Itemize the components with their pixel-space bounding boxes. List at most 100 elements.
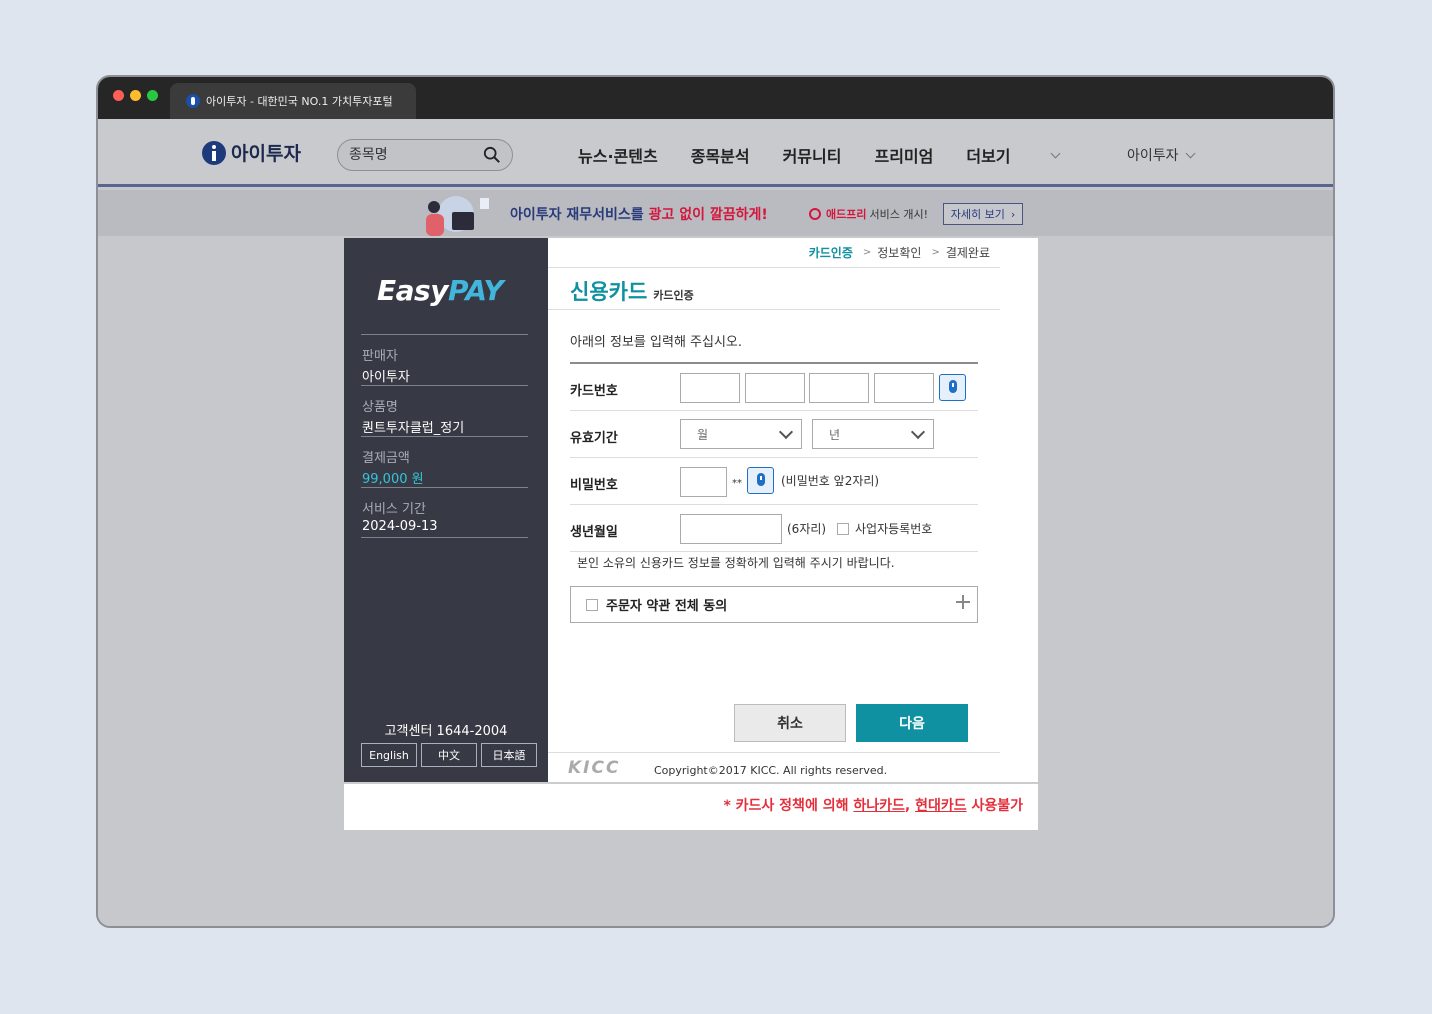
lang-chinese-button[interactable]: 中文 <box>421 743 477 767</box>
warning-card-hyundai: 현대카드 <box>915 798 967 814</box>
next-button[interactable]: 다음 <box>856 704 968 742</box>
secure-keypad-icon[interactable] <box>747 467 774 494</box>
warning-comma: , <box>904 798 916 814</box>
period-value: 2024-09-13 <box>362 519 438 534</box>
divider <box>548 267 1000 268</box>
product-label: 상품명 <box>362 400 398 415</box>
nav-more-label: 더보기 <box>966 147 1011 166</box>
birth-row: 생년월일 (6자리) 사업자등록번호 <box>570 505 978 552</box>
chevron-right-icon: › <box>1010 207 1016 221</box>
cancel-button[interactable]: 취소 <box>734 704 846 742</box>
card-number-input-2[interactable] <box>745 373 805 403</box>
business-number-option[interactable]: 사업자등록번호 <box>837 520 932 537</box>
expiry-month-select[interactable]: 월 <box>680 419 802 449</box>
title-bar: 아이투자 - 대한민국 NO.1 가치투자포털 <box>98 77 1333 119</box>
banner-detail-button[interactable]: 자세히 보기 › <box>943 203 1023 225</box>
order-summary-panel: EasyPAY 판매자 아이투자 상품명 퀀트투자클럽_정기 결제금액 99,0… <box>344 238 548 782</box>
period-label: 서비스 기간 <box>362 502 426 517</box>
browser-window: 아이투자 - 대한민국 NO.1 가치투자포털 아이투자 뉴스·콘텐츠 종목분석… <box>96 75 1335 928</box>
nav-item-community[interactable]: 커뮤니티 <box>783 143 842 167</box>
step-payment-complete: 결제완료 <box>945 246 990 260</box>
amount-row: 결제금액 99,000 원 <box>361 436 528 487</box>
logo-text: 아이투자 <box>231 143 301 165</box>
chevron-down-icon <box>1050 148 1060 158</box>
secure-keypad-icon[interactable] <box>939 374 966 401</box>
divider <box>344 782 1038 784</box>
customer-center: 고객센터 1644-2004 <box>384 724 508 739</box>
seller-value: 아이투자 <box>362 370 410 385</box>
amount-value: 99,000 원 <box>362 472 424 487</box>
banner-text-highlight: 광고 없이 깔끔하게! <box>648 207 768 223</box>
maximize-window-button[interactable] <box>147 90 158 101</box>
order-info: 판매자 아이투자 상품명 퀀트투자클럽_정기 결제금액 99,000 원 서비스… <box>361 334 528 538</box>
terms-agree-checkbox[interactable] <box>586 598 598 611</box>
lang-japanese-button[interactable]: 日本語 <box>481 743 537 767</box>
product-value: 퀀트투자클럽_정기 <box>362 421 465 436</box>
itooza-logo-icon <box>202 140 226 165</box>
search-icon[interactable] <box>483 146 501 164</box>
period-row: 서비스 기간 2024-09-13 <box>361 487 528 538</box>
user-menu[interactable]: 아이투자 <box>1127 145 1195 165</box>
promo-banner[interactable]: 아이투자 재무서비스를 광고 없이 깔끔하게! 애드프리 서비스 개시! 자세히… <box>98 190 1333 236</box>
nav-item-analysis[interactable]: 종목분석 <box>691 143 750 167</box>
chevron-down-icon <box>1185 148 1195 158</box>
site-header: 아이투자 뉴스·콘텐츠 종목분석 커뮤니티 프리미엄 더보기 아이투자 <box>98 119 1333 187</box>
lang-english-button[interactable]: English <box>361 743 417 767</box>
banner-detail-label: 자세히 보기 <box>950 208 1005 221</box>
browser-tab[interactable]: 아이투자 - 대한민국 NO.1 가치투자포털 <box>170 83 416 119</box>
search-box <box>337 139 513 171</box>
payment-dialog: EasyPAY 판매자 아이투자 상품명 퀀트투자클럽_정기 결제금액 99,0… <box>344 238 1038 830</box>
chevron-right-icon: > <box>862 247 872 258</box>
page-content: 아이투자 뉴스·콘텐츠 종목분석 커뮤니티 프리미엄 더보기 아이투자 <box>98 119 1333 926</box>
card-restriction-warning: * 카드사 정책에 의해 하나카드, 현대카드 사용불가 <box>723 795 1023 815</box>
form-subtitle: 카드인증 <box>653 289 694 302</box>
card-notice: 본인 소유의 신용카드 정보를 정확하게 입력해 주시기 바랍니다. <box>577 556 895 570</box>
easypay-logo-easy: Easy <box>377 274 448 307</box>
terms-agree-label: 주문자 약관 전체 동의 <box>606 599 728 614</box>
password-mask: ** <box>732 478 742 489</box>
birth-label: 생년월일 <box>570 525 618 540</box>
search-input[interactable] <box>349 147 469 163</box>
adfree-text: 서비스 개시! <box>869 208 928 221</box>
step-info-confirm: 정보확인 <box>877 246 922 260</box>
card-number-input-1[interactable] <box>680 373 740 403</box>
expiry-month-value: 월 <box>697 427 709 442</box>
divider <box>548 309 1000 310</box>
warning-suffix: 사용불가 <box>966 798 1023 814</box>
card-number-input-4[interactable] <box>874 373 934 403</box>
banner-illustration-icon <box>426 196 489 236</box>
expiry-row: 유효기간 월 년 <box>570 411 978 458</box>
adfree-notice: 애드프리 서비스 개시! <box>809 206 928 222</box>
close-window-button[interactable] <box>113 90 124 101</box>
nav-item-more[interactable]: 더보기 <box>966 143 1060 167</box>
business-number-checkbox[interactable] <box>837 522 849 535</box>
main-nav: 뉴스·콘텐츠 종목분석 커뮤니티 프리미엄 더보기 <box>578 143 1092 167</box>
password-input[interactable] <box>680 467 727 497</box>
site-logo[interactable]: 아이투자 <box>202 139 301 166</box>
kicc-logo: KICC <box>568 758 621 778</box>
card-form-panel: 카드인증 > 정보확인 > 결제완료 신용카드 카드인증 아래의 정보를 입력해… <box>548 238 1000 782</box>
expiry-label: 유효기간 <box>570 431 618 446</box>
expand-plus-icon[interactable] <box>956 595 970 609</box>
form-heading: 신용카드 카드인증 <box>570 276 694 306</box>
warning-card-hana: 하나카드 <box>853 798 905 814</box>
warning-prefix: * 카드사 정책에 의해 <box>723 798 854 814</box>
nav-item-news[interactable]: 뉴스·콘텐츠 <box>578 143 658 167</box>
card-number-input-3[interactable] <box>809 373 869 403</box>
divider <box>548 752 1000 753</box>
banner-headline: 아이투자 재무서비스를 광고 없이 깔끔하게! <box>510 204 768 224</box>
card-number-label: 카드번호 <box>570 384 618 399</box>
birth-input[interactable] <box>680 514 782 544</box>
adfree-icon <box>809 208 821 220</box>
copyright-text: Copyright©2017 KICC. All rights reserved… <box>654 764 888 777</box>
nav-item-premium[interactable]: 프리미엄 <box>874 143 933 167</box>
seller-row: 판매자 아이투자 <box>361 334 528 385</box>
minimize-window-button[interactable] <box>130 90 141 101</box>
card-form: 카드번호 유효기간 월 년 비밀번호 ** (비밀번호 앞2자리) 생년월일 (… <box>570 362 978 552</box>
product-row: 상품명 퀀트투자클럽_정기 <box>361 385 528 436</box>
terms-agree-box[interactable]: 주문자 약관 전체 동의 <box>570 586 978 623</box>
site-favicon-icon <box>186 94 200 108</box>
form-instruction: 아래의 정보를 입력해 주십시오. <box>570 335 743 350</box>
adfree-brand: 애드프리 <box>826 208 867 221</box>
expiry-year-select[interactable]: 년 <box>812 419 934 449</box>
